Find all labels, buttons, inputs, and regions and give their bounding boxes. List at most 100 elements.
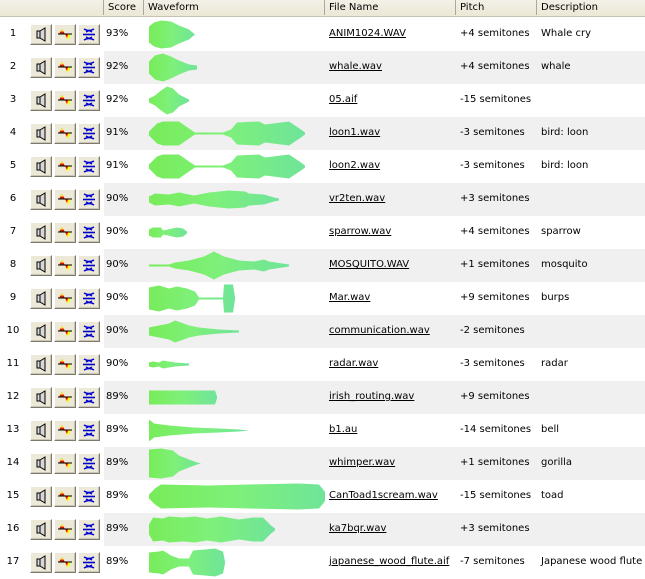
pitch-button[interactable] [54,486,76,507]
pitch-button[interactable] [54,24,76,45]
play-button[interactable] [30,24,52,45]
file-name-link[interactable]: radar.wav [329,358,378,369]
find-similar-button[interactable] [78,222,100,243]
table-row[interactable]: 4 91% loon1.wav -3 semitones bird: loon [0,117,645,150]
header-description[interactable]: Description [537,0,645,15]
header-file-name[interactable]: File Name [325,0,456,15]
file-name-link[interactable]: Mar.wav [329,292,370,303]
file-name-link[interactable]: irish_routing.wav [329,391,414,402]
play-button[interactable] [30,156,52,177]
file-name-link[interactable]: b1.au [329,424,357,435]
header-waveform[interactable]: Waveform [144,0,325,15]
table-row[interactable]: 16 89% ka7bqr.wav +3 semitones [0,513,645,546]
waveform-envelope [149,251,289,280]
find-similar-button[interactable] [78,255,100,276]
pitch-button[interactable] [54,255,76,276]
play-button[interactable] [30,552,52,573]
file-name-link[interactable]: ka7bqr.wav [329,523,386,534]
table-row[interactable]: 13 89% b1.au -14 semitones bell [0,414,645,447]
table-row[interactable]: 1 93% ANIM1024.WAV +4 semitones Whale cry [0,18,645,51]
play-button[interactable] [30,453,52,474]
header-actions[interactable] [0,0,104,15]
file-name-link[interactable]: whimper.wav [329,457,395,468]
file-name-link[interactable]: communication.wav [329,325,430,336]
table-row[interactable]: 2 92% whale.wav +4 semitones whale [0,51,645,84]
find-similar-button[interactable] [78,321,100,342]
file-name-link[interactable]: loon2.wav [329,160,380,171]
pitch-button[interactable] [54,189,76,210]
waveform-thumbnail [149,390,217,405]
header-score[interactable]: Score [104,0,144,15]
score: 90% [106,358,129,369]
play-button[interactable] [30,222,52,243]
pitch-button[interactable] [54,519,76,540]
table-row[interactable]: 14 89% whimper.wav +1 semitones gorilla [0,447,645,480]
table-row[interactable]: 12 89% irish_routing.wav +9 semitones [0,381,645,414]
file-name-link[interactable]: whale.wav [329,61,382,72]
table-row[interactable]: 6 90% vr2ten.wav +3 semitones [0,183,645,216]
row-index: 14 [6,457,20,468]
play-button[interactable] [30,321,52,342]
play-button[interactable] [30,354,52,375]
pitch-button[interactable] [54,387,76,408]
play-button[interactable] [30,420,52,441]
table-row[interactable]: 7 90% sparrow.wav +4 semitones sparrow [0,216,645,249]
table-row[interactable]: 15 89% CanToad1scream.wav -15 semitones toad [0,480,645,513]
pitch-button[interactable] [54,552,76,573]
table-row[interactable]: 8 90% MOSQUITO.WAV +1 semitones mosquito [0,249,645,282]
find-similar-button[interactable] [78,519,100,540]
pitch-button[interactable] [54,354,76,375]
pitch-button[interactable] [54,420,76,441]
file-name-link[interactable]: MOSQUITO.WAV [329,259,409,270]
find-similar-button[interactable] [78,387,100,408]
file-name-link[interactable]: 05.aif [329,94,357,105]
find-similar-button[interactable] [78,354,100,375]
file-name-link[interactable]: japanese_wood_flute.aif [329,556,449,567]
find-similar-button[interactable] [78,123,100,144]
find-similar-button[interactable] [78,288,100,309]
play-button[interactable] [30,387,52,408]
find-similar-button[interactable] [78,453,100,474]
pitch-button[interactable] [54,288,76,309]
find-similar-button[interactable] [78,24,100,45]
file-name-link[interactable]: ANIM1024.WAV [329,28,406,39]
description: radar [541,358,568,369]
play-button[interactable] [30,288,52,309]
table-row[interactable]: 10 90% communication.wav -2 semitones [0,315,645,348]
file-name-link[interactable]: vr2ten.wav [329,193,385,204]
find-similar-button[interactable] [78,156,100,177]
pitch-button[interactable] [54,90,76,111]
play-button[interactable] [30,255,52,276]
pitch-button[interactable] [54,321,76,342]
pitch-button[interactable] [54,453,76,474]
play-button[interactable] [30,123,52,144]
find-similar-button[interactable] [78,189,100,210]
find-similar-button[interactable] [78,552,100,573]
find-similar-button[interactable] [78,420,100,441]
file-name-link[interactable]: sparrow.wav [329,226,391,237]
find-similar-button[interactable] [78,486,100,507]
row-index: 10 [6,325,20,336]
pitch-button[interactable] [54,123,76,144]
find-similar-button[interactable] [78,57,100,78]
play-button[interactable] [30,519,52,540]
play-button[interactable] [30,189,52,210]
play-button[interactable] [30,57,52,78]
table-row[interactable]: 11 90% radar.wav -3 semitones radar [0,348,645,381]
play-button[interactable] [30,90,52,111]
pitch-button[interactable] [54,156,76,177]
pitch-button[interactable] [54,57,76,78]
play-button[interactable] [30,486,52,507]
find-similar-button[interactable] [78,90,100,111]
file-name-link[interactable]: CanToad1scream.wav [329,490,438,501]
waveform-thumbnail [149,284,235,313]
table-row[interactable]: 17 89% japanese_wood_flute.aif -7 semitones… [0,546,645,579]
table-row[interactable]: 3 92% 05.aif -15 semitones [0,84,645,117]
table-row[interactable]: 5 91% loon2.wav -3 semitones bird: loon [0,150,645,183]
row-index: 16 [6,523,20,534]
pitch-button[interactable] [54,222,76,243]
file-name-link[interactable]: loon1.wav [329,127,380,138]
header-pitch[interactable]: Pitch [456,0,537,15]
waveform-envelope [149,548,225,577]
table-row[interactable]: 9 90% Mar.wav +9 semitones burps [0,282,645,315]
